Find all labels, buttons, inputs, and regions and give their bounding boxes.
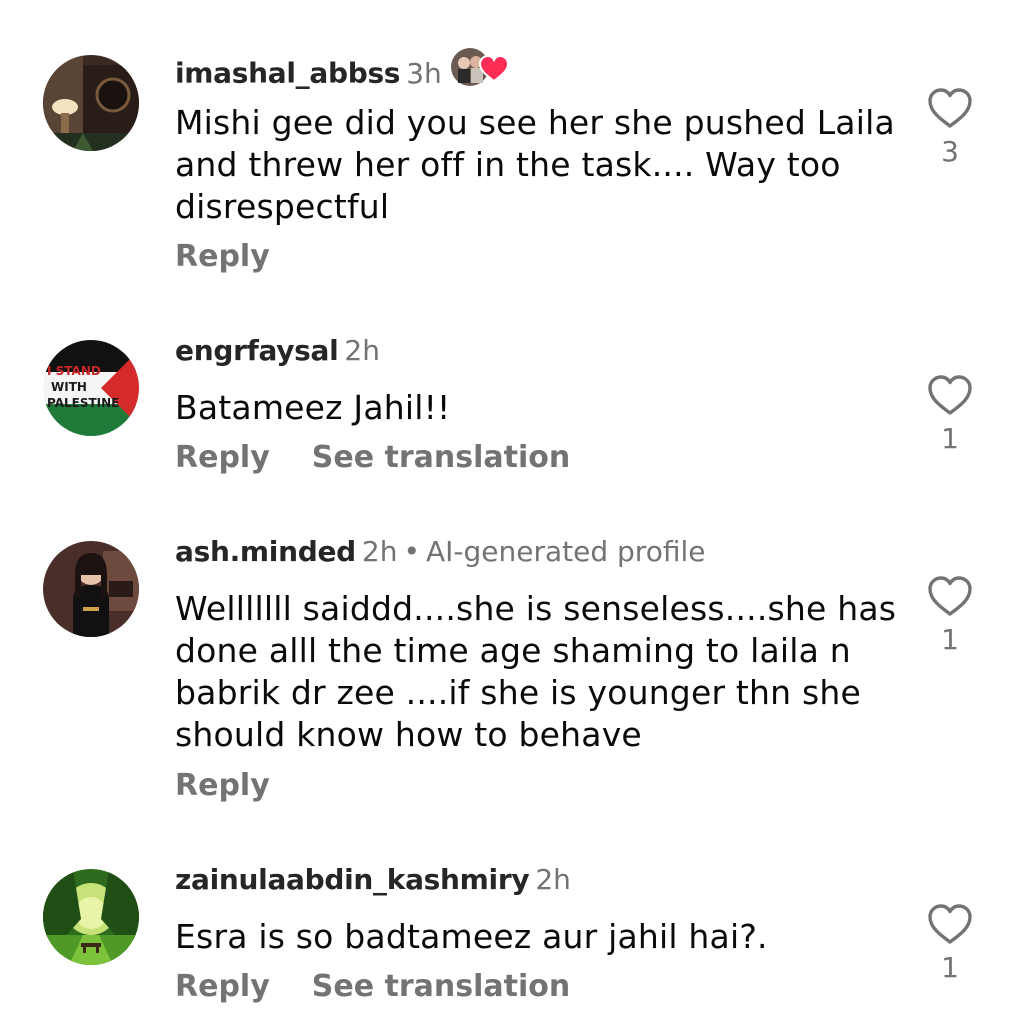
heart-icon[interactable] [927,575,973,617]
reply-button[interactable]: Reply [175,969,270,1004]
avatar[interactable]: I STAND WITH PALESTINE [43,340,139,436]
username[interactable]: engrfaysal [175,334,339,367]
reply-button[interactable]: Reply [175,239,270,274]
avatar[interactable] [43,541,139,637]
heart-icon[interactable] [927,87,973,129]
heart-icon[interactable] [927,374,973,416]
comment-text: Welllllll saiddd....she is senseless....… [175,589,897,754]
separator-dot: • [403,535,420,568]
like-control: 1 [925,374,975,456]
avatar-badge-text: WITH [51,380,87,394]
comment-actions: Reply See translation [175,969,570,1005]
username[interactable]: ash.minded [175,535,356,568]
like-count: 1 [941,951,959,984]
comment-actions: Reply See translation [175,440,570,476]
see-translation-button[interactable]: See translation [312,440,570,475]
username[interactable]: zainulaabdin_kashmiry [175,863,530,896]
avatar-badge-text: PALESTINE [47,396,119,410]
see-translation-button[interactable]: See translation [312,969,570,1004]
timestamp: 2h [535,863,571,896]
comment-header: zainulaabdin_kashmiry 2h [175,862,571,898]
avatar[interactable] [43,55,139,151]
like-count: 1 [941,422,959,455]
comment-text: Esra is so badtameez aur jahil hai?. [175,917,768,956]
comment-actions: Reply [175,239,270,275]
profile-flag-badge-icon: I STAND WITH PALESTINE [43,340,139,436]
avatar[interactable] [43,869,139,965]
timestamp: 3h [406,56,442,90]
like-count: 3 [941,135,959,168]
like-control: 1 [925,903,975,985]
heart-icon[interactable] [927,903,973,945]
comment-header: imashal_abbss 3h [175,48,510,101]
comment-header: ash.minded 2h • AI-generated profile [175,534,705,570]
like-control: 1 [925,575,975,657]
comment-text: Mishi gee did you see her she pushed Lai… [175,103,895,226]
like-control: 3 [925,87,975,169]
reply-button[interactable]: Reply [175,768,270,803]
ai-generated-label: AI-generated profile [426,535,706,568]
username[interactable]: imashal_abbss [175,57,400,90]
profile-photo-forest-icon [43,869,139,965]
reply-button[interactable]: Reply [175,440,270,475]
comment-header: engrfaysal 2h [175,333,380,369]
like-count: 1 [941,623,959,656]
profile-photo-room-icon [43,55,139,151]
profile-photo-woman-icon [43,541,139,637]
avatar-badge-text: I STAND [47,364,101,378]
comment-actions: Reply [175,768,270,804]
comment-text: Batameez Jahil!! [175,388,451,427]
timestamp: 2h [361,535,398,568]
creator-heart-icon [450,45,510,98]
timestamp: 2h [344,334,380,367]
